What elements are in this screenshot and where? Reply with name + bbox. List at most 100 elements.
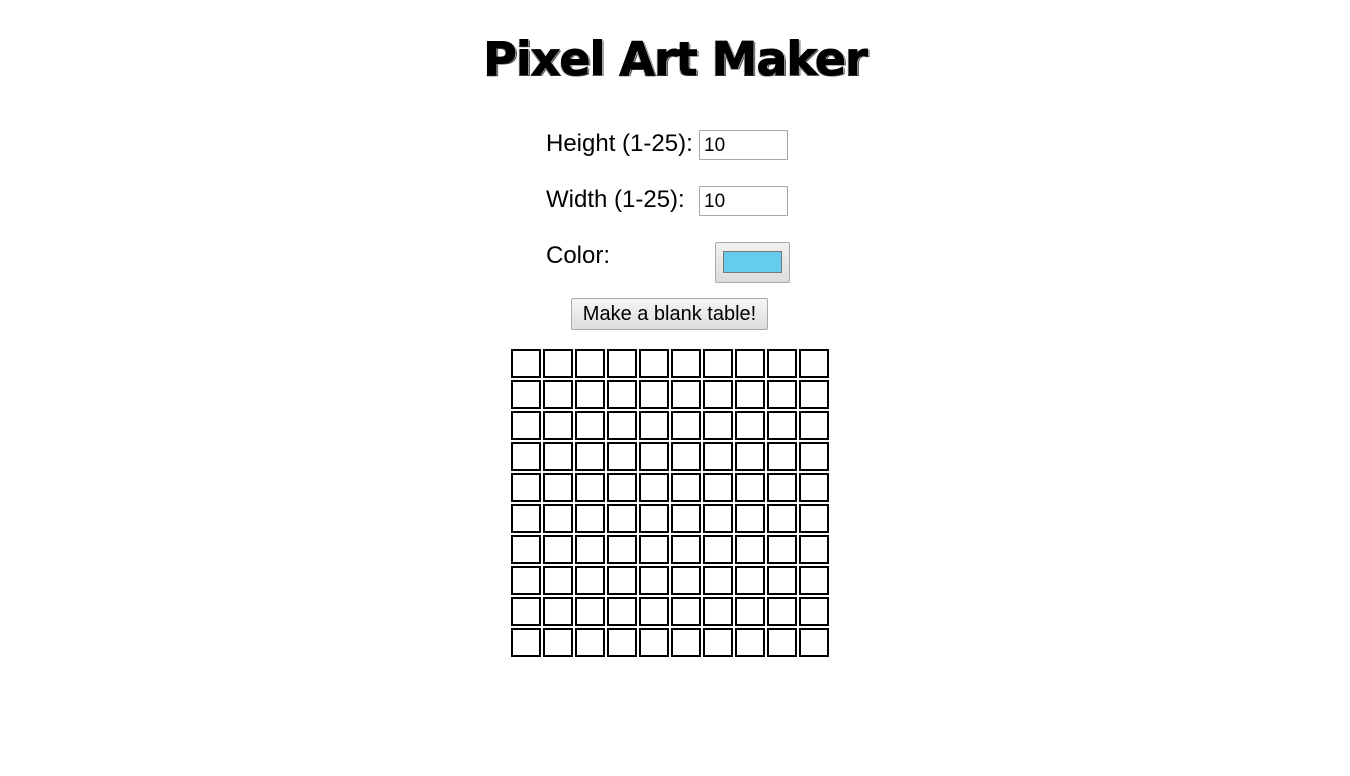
pixel-cell[interactable] — [799, 442, 829, 471]
pixel-cell[interactable] — [607, 504, 637, 533]
pixel-cell[interactable] — [511, 411, 541, 440]
pixel-cell[interactable] — [735, 473, 765, 502]
pixel-cell[interactable] — [735, 566, 765, 595]
pixel-cell[interactable] — [607, 473, 637, 502]
pixel-cell[interactable] — [575, 566, 605, 595]
pixel-cell[interactable] — [511, 628, 541, 657]
pixel-cell[interactable] — [511, 566, 541, 595]
color-picker[interactable] — [715, 242, 790, 283]
pixel-cell[interactable] — [767, 411, 797, 440]
pixel-cell[interactable] — [639, 380, 669, 409]
pixel-cell[interactable] — [575, 380, 605, 409]
pixel-cell[interactable] — [543, 535, 573, 564]
pixel-cell[interactable] — [703, 380, 733, 409]
pixel-cell[interactable] — [543, 411, 573, 440]
pixel-cell[interactable] — [767, 380, 797, 409]
pixel-cell[interactable] — [671, 442, 701, 471]
pixel-cell[interactable] — [511, 442, 541, 471]
pixel-cell[interactable] — [735, 442, 765, 471]
pixel-cell[interactable] — [639, 349, 669, 378]
pixel-cell[interactable] — [639, 411, 669, 440]
pixel-cell[interactable] — [703, 473, 733, 502]
pixel-cell[interactable] — [639, 535, 669, 564]
pixel-cell[interactable] — [543, 566, 573, 595]
pixel-cell[interactable] — [799, 380, 829, 409]
pixel-cell[interactable] — [511, 380, 541, 409]
pixel-cell[interactable] — [799, 628, 829, 657]
pixel-cell[interactable] — [543, 473, 573, 502]
pixel-cell[interactable] — [735, 411, 765, 440]
pixel-cell[interactable] — [735, 504, 765, 533]
pixel-cell[interactable] — [607, 535, 637, 564]
pixel-cell[interactable] — [735, 628, 765, 657]
pixel-cell[interactable] — [767, 566, 797, 595]
pixel-cell[interactable] — [639, 473, 669, 502]
pixel-cell[interactable] — [671, 566, 701, 595]
pixel-cell[interactable] — [703, 504, 733, 533]
pixel-cell[interactable] — [607, 411, 637, 440]
pixel-cell[interactable] — [799, 349, 829, 378]
pixel-cell[interactable] — [511, 504, 541, 533]
pixel-cell[interactable] — [767, 597, 797, 626]
pixel-cell[interactable] — [511, 535, 541, 564]
pixel-cell[interactable] — [799, 411, 829, 440]
pixel-cell[interactable] — [575, 535, 605, 564]
pixel-cell[interactable] — [671, 473, 701, 502]
pixel-cell[interactable] — [575, 349, 605, 378]
pixel-cell[interactable] — [735, 597, 765, 626]
pixel-cell[interactable] — [799, 504, 829, 533]
pixel-cell[interactable] — [799, 597, 829, 626]
pixel-cell[interactable] — [703, 442, 733, 471]
pixel-cell[interactable] — [639, 566, 669, 595]
pixel-cell[interactable] — [607, 628, 637, 657]
pixel-cell[interactable] — [575, 442, 605, 471]
pixel-cell[interactable] — [671, 504, 701, 533]
pixel-cell[interactable] — [543, 349, 573, 378]
pixel-cell[interactable] — [575, 411, 605, 440]
pixel-cell[interactable] — [575, 473, 605, 502]
pixel-cell[interactable] — [703, 566, 733, 595]
pixel-cell[interactable] — [799, 473, 829, 502]
pixel-cell[interactable] — [703, 628, 733, 657]
pixel-cell[interactable] — [767, 349, 797, 378]
pixel-cell[interactable] — [607, 380, 637, 409]
make-table-button[interactable]: Make a blank table! — [571, 298, 768, 330]
pixel-cell[interactable] — [575, 597, 605, 626]
pixel-cell[interactable] — [703, 535, 733, 564]
pixel-cell[interactable] — [639, 442, 669, 471]
pixel-cell[interactable] — [511, 349, 541, 378]
pixel-cell[interactable] — [607, 566, 637, 595]
pixel-cell[interactable] — [671, 349, 701, 378]
pixel-cell[interactable] — [671, 597, 701, 626]
width-input[interactable] — [699, 186, 788, 216]
pixel-cell[interactable] — [511, 597, 541, 626]
pixel-cell[interactable] — [639, 628, 669, 657]
pixel-cell[interactable] — [575, 504, 605, 533]
pixel-cell[interactable] — [671, 628, 701, 657]
pixel-cell[interactable] — [607, 442, 637, 471]
pixel-cell[interactable] — [767, 473, 797, 502]
pixel-cell[interactable] — [639, 504, 669, 533]
pixel-cell[interactable] — [735, 535, 765, 564]
pixel-cell[interactable] — [767, 535, 797, 564]
pixel-cell[interactable] — [671, 535, 701, 564]
pixel-cell[interactable] — [607, 597, 637, 626]
pixel-cell[interactable] — [543, 628, 573, 657]
pixel-cell[interactable] — [543, 504, 573, 533]
pixel-cell[interactable] — [671, 411, 701, 440]
pixel-cell[interactable] — [799, 535, 829, 564]
pixel-cell[interactable] — [575, 628, 605, 657]
pixel-cell[interactable] — [703, 597, 733, 626]
pixel-cell[interactable] — [639, 597, 669, 626]
pixel-cell[interactable] — [703, 411, 733, 440]
pixel-cell[interactable] — [767, 628, 797, 657]
pixel-cell[interactable] — [671, 380, 701, 409]
pixel-cell[interactable] — [543, 380, 573, 409]
pixel-cell[interactable] — [767, 504, 797, 533]
pixel-cell[interactable] — [735, 349, 765, 378]
pixel-cell[interactable] — [767, 442, 797, 471]
pixel-cell[interactable] — [607, 349, 637, 378]
pixel-cell[interactable] — [511, 473, 541, 502]
pixel-cell[interactable] — [703, 349, 733, 378]
height-input[interactable] — [699, 130, 788, 160]
